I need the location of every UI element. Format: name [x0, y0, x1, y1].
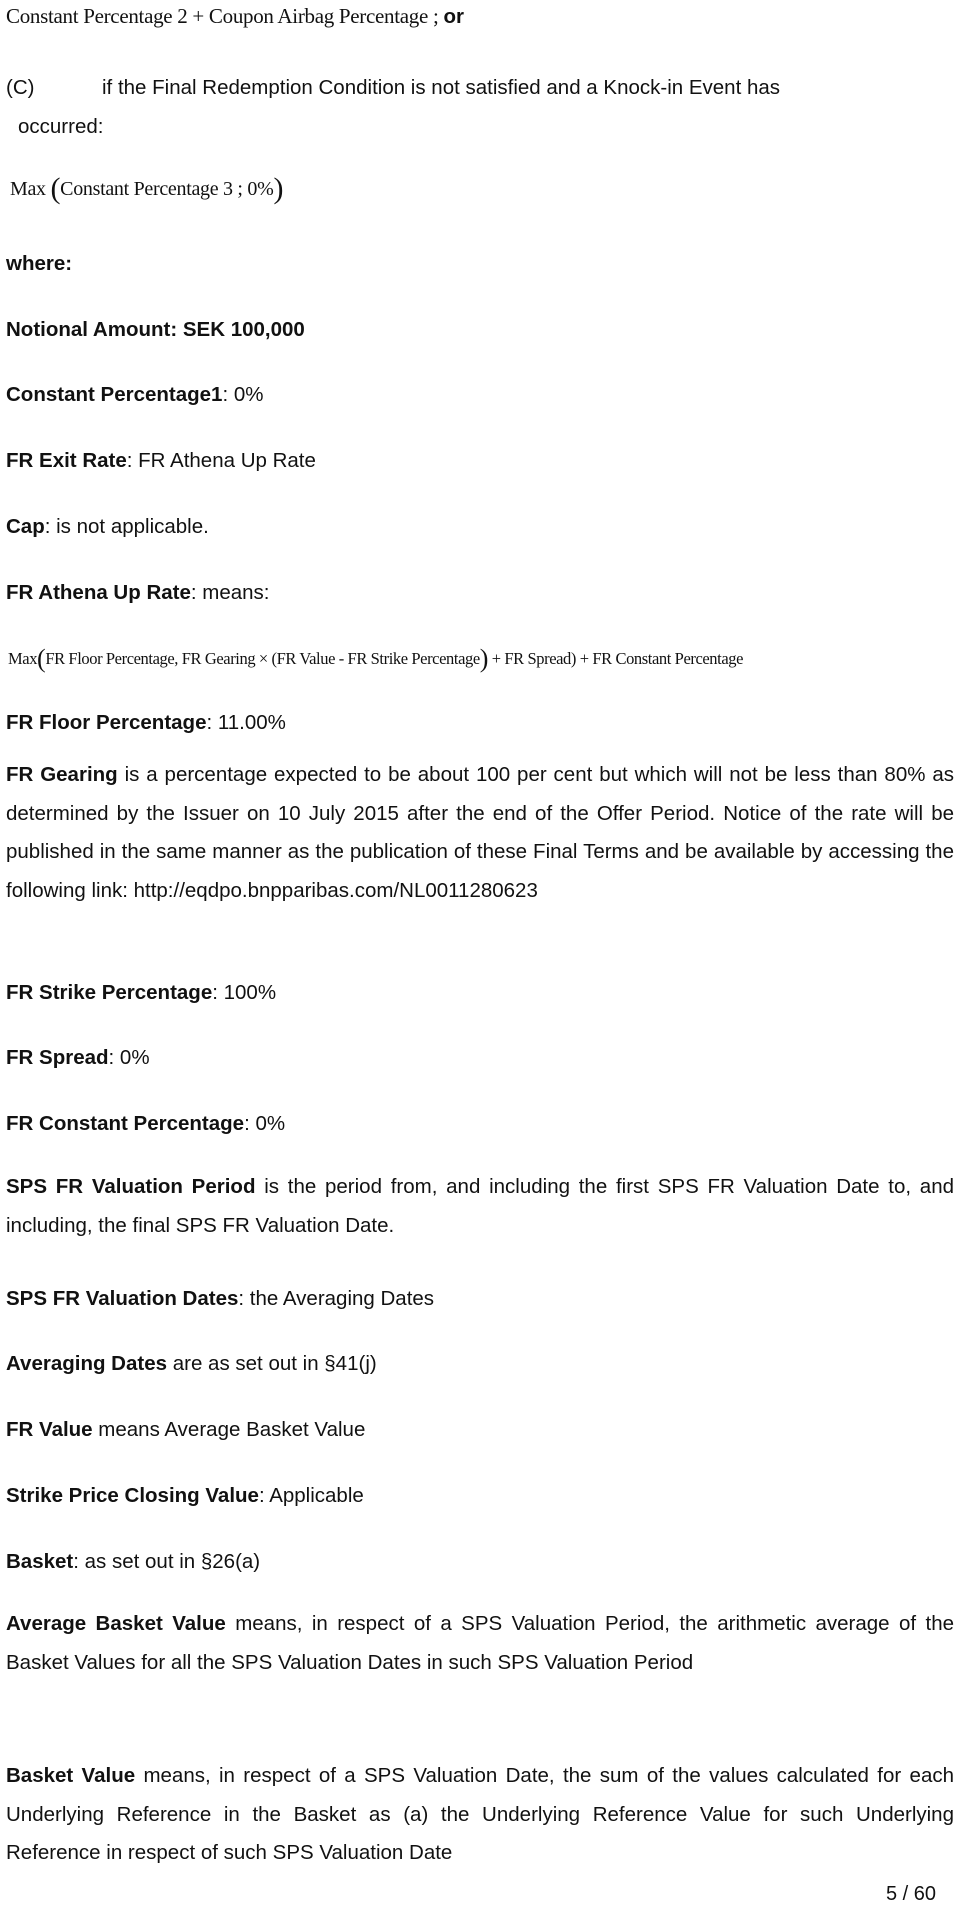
definition-value: : 11.00%: [206, 711, 286, 734]
formula-c-inner: Constant Percentage 3 ; 0%: [60, 178, 274, 200]
open-paren: (: [37, 644, 46, 673]
definition-fr-strike-percentage: FR Strike Percentage: 100%: [6, 981, 276, 1005]
athena-formula-part2: + FR Spread) + FR Constant Percentage: [488, 649, 744, 668]
athena-formula-part1: FR Floor Percentage, FR Gearing × (FR Va…: [45, 649, 480, 668]
clause-c-text: if the Final Redemption Condition is not…: [102, 76, 781, 99]
definition-term: Strike Price Closing Value: [6, 1484, 259, 1507]
definition-term: FR Floor Percentage: [6, 711, 207, 734]
definition-fr-exit-rate: FR Exit Rate: FR Athena Up Rate: [6, 449, 316, 473]
definition-value: : Applicable: [258, 1484, 364, 1507]
definition-value: : 100%: [212, 981, 277, 1004]
definition-averaging-dates: Averaging Dates are as set out in §41(j): [6, 1352, 377, 1376]
definition-term: SPS FR Valuation Dates: [6, 1287, 239, 1310]
definition-value: are as set out in §41(j): [167, 1352, 377, 1375]
definition-term: FR Athena Up Rate: [6, 581, 191, 604]
paragraph-average-basket-value: Average Basket Value means, in respect o…: [6, 1605, 954, 1682]
top-formula-or: or: [443, 5, 464, 28]
definition-fr-floor-percentage: FR Floor Percentage: 11.00%: [6, 711, 286, 735]
formula-c-max: Max: [10, 178, 46, 200]
definition-term: FR Exit Rate: [6, 449, 127, 472]
definition-term: Basket: [6, 1550, 74, 1573]
definition-term: Notional Amount: SEK 100,000: [6, 318, 305, 341]
definition-term: Basket Value: [6, 1764, 136, 1787]
definition-basket: Basket: as set out in §26(a): [6, 1550, 260, 1574]
close-paren: ): [273, 172, 284, 205]
definition-term: Average Basket Value: [6, 1612, 226, 1635]
clause-c-text-cont: occurred:: [18, 115, 104, 138]
definition-term: FR Value: [6, 1418, 93, 1441]
definition-term: Constant Percentage1: [6, 383, 223, 406]
paragraph-sps-fr-valuation-period: SPS FR Valuation Period is the period fr…: [6, 1168, 954, 1245]
top-formula: Constant Percentage 2 + Coupon Airbag Pe…: [6, 4, 464, 29]
definition-term: FR Spread: [6, 1046, 109, 1069]
definition-term: FR Gearing: [6, 763, 118, 786]
paragraph-fr-gearing: FR Gearing is a percentage expected to b…: [6, 756, 954, 910]
definition-fr-athena-up-rate: FR Athena Up Rate: means:: [6, 581, 270, 605]
definition-value: means Average Basket Value: [92, 1418, 366, 1441]
definition-term: FR Constant Percentage: [6, 1112, 245, 1135]
definition-strike-price-closing-value: Strike Price Closing Value: Applicable: [6, 1484, 364, 1508]
page-number: 5 / 60: [885, 1883, 936, 1905]
definition-text: means, in respect of a SPS Valuation Dat…: [6, 1764, 954, 1864]
formula-c: Max (Constant Percentage 3 ; 0%): [10, 174, 283, 204]
close-paren: ): [479, 644, 489, 673]
definition-term: FR Strike Percentage: [6, 981, 213, 1004]
clause-c-line2: occurred:: [18, 115, 103, 139]
clause-c-line1: (C) if the Final Redemption Condition is …: [6, 76, 780, 100]
definition-text: is a percentage expected to be about 100…: [6, 763, 954, 902]
definition-value: : 0%: [222, 383, 264, 406]
definition-value: : means:: [190, 581, 270, 604]
definition-term: Averaging Dates: [6, 1352, 168, 1375]
definition-notional-amount: Notional Amount: SEK 100,000: [6, 318, 305, 342]
definition-value: : is not applicable.: [44, 515, 209, 538]
definition-value: : FR Athena Up Rate: [126, 449, 316, 472]
definition-value: : as set out in §26(a): [73, 1550, 261, 1573]
where-label: where:: [6, 252, 73, 275]
definition-sps-fr-valuation-dates: SPS FR Valuation Dates: the Averaging Da…: [6, 1287, 434, 1311]
definition-value: : 0%: [108, 1046, 150, 1069]
definition-fr-spread: FR Spread: 0%: [6, 1046, 150, 1070]
athena-formula-max: Max: [8, 649, 38, 668]
athena-formula: Max(FR Floor Percentage, FR Gearing × (F…: [8, 646, 744, 672]
definition-constant-percentage1: Constant Percentage1: 0%: [6, 383, 263, 407]
definition-value: : 0%: [244, 1112, 286, 1135]
definition-fr-constant-percentage: FR Constant Percentage: 0%: [6, 1112, 285, 1136]
top-formula-text: Constant Percentage 2 + Coupon Airbag Pe…: [6, 4, 444, 28]
definition-cap: Cap: is not applicable.: [6, 515, 209, 539]
definition-value: : the Averaging Dates: [238, 1287, 435, 1310]
definition-fr-value: FR Value means Average Basket Value: [6, 1418, 365, 1442]
clause-c-label: (C): [6, 76, 35, 99]
definition-term: SPS FR Valuation Period: [6, 1175, 256, 1198]
paragraph-basket-value: Basket Value means, in respect of a SPS …: [6, 1757, 954, 1873]
definition-term: Cap: [6, 515, 45, 538]
open-paren: (: [50, 172, 61, 205]
